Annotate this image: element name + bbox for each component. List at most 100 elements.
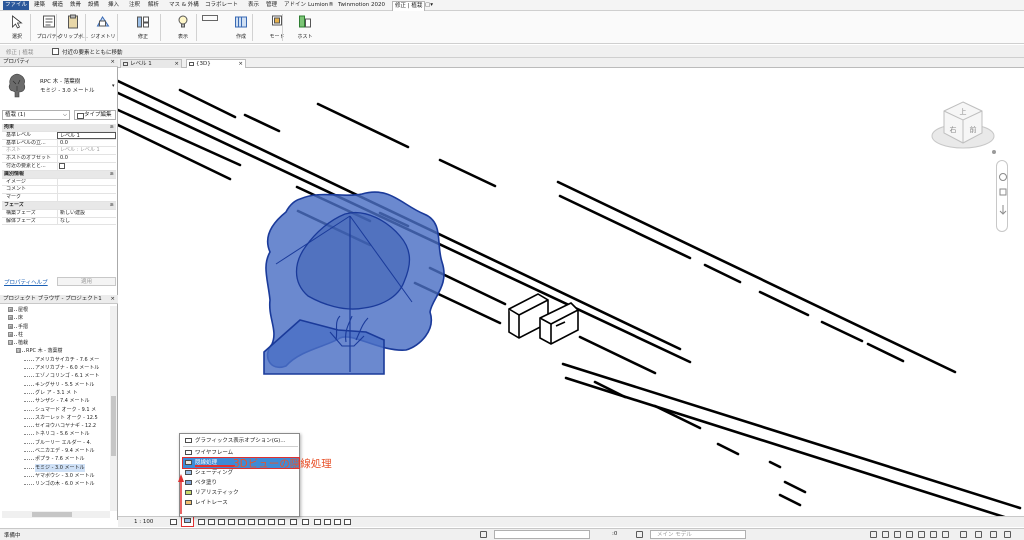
close-icon[interactable]: × [174, 60, 179, 69]
ribbon-button-8[interactable]: ホスト [290, 12, 320, 43]
visual-style-option[interactable]: グラフィックス表示オプション(G)... [183, 436, 299, 446]
tree-item[interactable]: スカーレット オーク - 12.5 [2, 414, 110, 422]
menu-tab[interactable]: 修正 | 植栽 [392, 1, 426, 11]
tree-item[interactable]: シュマード オーク - 9.1 メ [2, 406, 110, 414]
property-value[interactable]: レベル : レベル 1 [57, 147, 116, 155]
type-selector[interactable]: RPC 木 - 落葉樹 モミジ - 3.0 メートル ▾ [2, 69, 116, 103]
expand-toggle-icon[interactable]: ⊞ [8, 331, 13, 337]
menu-tab[interactable]: Twinmotion 2020 [336, 1, 387, 10]
visual-style-option[interactable]: リアリスティック [183, 488, 299, 498]
expand-toggle-icon[interactable]: ⊞ [8, 307, 13, 312]
instance-selector[interactable]: 植栽 (1) ⌵ [2, 110, 70, 120]
expand-toggle-icon[interactable]: ⊟ [16, 348, 21, 354]
menu-tab[interactable]: 表示 [246, 1, 261, 10]
status-icon[interactable] [942, 531, 949, 538]
tree-item[interactable]: サンザシ - 7.4 メートル [2, 397, 110, 405]
collapse-toggle-icon[interactable]: ≳ [110, 124, 114, 131]
tree-item[interactable]: ヤマボウシ - 3.0 メートル [2, 472, 110, 480]
view-control-icon[interactable] [290, 519, 297, 525]
tree-item[interactable]: トネリコ - 5.6 メートル [2, 430, 110, 438]
tree-item[interactable]: ⊞ 手摺 [2, 323, 110, 331]
view-control-icon[interactable] [302, 519, 309, 525]
tree-item[interactable]: エゾノコリンゴ - 6.1 メート [2, 372, 110, 380]
property-value[interactable]: レベル 1 [57, 131, 116, 139]
scroll-thumb[interactable] [32, 512, 72, 517]
view-control-icon[interactable] [170, 519, 177, 525]
ribbon-button-4[interactable]: 修正 [128, 12, 158, 43]
view-control-icon[interactable] [208, 519, 215, 525]
tree-item[interactable]: グレ ア - 3.1 メ ト [2, 389, 110, 397]
property-value[interactable] [57, 194, 116, 202]
menu-tab[interactable]: 管理 [264, 1, 279, 10]
menu-tab[interactable]: 建築 [32, 1, 47, 10]
menu-tab[interactable]: 注釈 [127, 1, 142, 10]
view-control-icon[interactable] [324, 519, 331, 525]
tree-item[interactable]: ポプラ - 7.6 メートル [2, 455, 110, 463]
move-with-nearby-checkbox[interactable] [52, 48, 59, 55]
menu-tab[interactable]: コラボレート [203, 1, 240, 10]
viewcube-left-label[interactable]: 右 [950, 125, 957, 134]
close-icon[interactable]: × [110, 295, 115, 304]
view-control-icon[interactable] [334, 519, 341, 525]
view-tab[interactable]: {3D} × [186, 59, 246, 68]
view-scale[interactable]: 1 : 100 [134, 519, 153, 525]
tree-item[interactable]: セイヨウハコヤナギ - 12.2 [2, 422, 110, 430]
visual-style-option[interactable]: ベタ塗り [183, 478, 299, 488]
tree-item[interactable]: ⊞ 屋根 [2, 306, 110, 314]
viewcube-front-label[interactable]: 前 [970, 125, 977, 134]
tree-item[interactable]: ブルーリー エルダー - 4. [2, 439, 110, 447]
view-control-icon[interactable] [258, 519, 265, 525]
menu-tab[interactable]: 挿入 [106, 1, 121, 10]
tree-item[interactable]: ベニカエデ - 9.4 メートル [2, 447, 110, 455]
view-tab[interactable]: レベル 1 × [120, 59, 182, 68]
edit-type-button[interactable]: タイプ編集 [74, 110, 116, 120]
menu-tab[interactable]: 解析 [146, 1, 161, 10]
join-tool-icon[interactable] [202, 15, 218, 21]
status-icon[interactable] [1004, 531, 1011, 538]
properties-help-link[interactable]: プロパティヘルプ [4, 278, 48, 286]
view-control-icon[interactable] [238, 519, 245, 525]
menu-tab[interactable]: 構造 [50, 1, 65, 10]
ribbon-button-3[interactable]: ジオメトリ [88, 12, 118, 43]
view-control-icon[interactable] [314, 519, 321, 525]
menu-tab[interactable]: 鉄骨 [68, 1, 83, 10]
design-option-selector[interactable]: メイン モデル [650, 530, 746, 539]
steering-wheel-icon[interactable] [999, 173, 1007, 181]
status-icon[interactable] [990, 531, 997, 538]
menu-tab[interactable]: Lumion® [306, 1, 336, 10]
scroll-thumb[interactable] [111, 396, 116, 456]
menu-tab[interactable]: マス & 外構 [167, 1, 201, 10]
tree-item[interactable]: アメリカブナ - 6.0 メートル [2, 364, 110, 372]
zoom-icon[interactable] [999, 188, 1007, 196]
status-icon[interactable] [636, 531, 643, 538]
status-icon[interactable] [930, 531, 937, 538]
viewcube-menu-icon[interactable] [992, 150, 996, 154]
menu-tab[interactable]: ファイル [3, 1, 30, 10]
property-value[interactable] [57, 178, 116, 186]
menu-tab[interactable]: ▢▾ [423, 1, 435, 10]
menu-tab[interactable]: 設備 [86, 1, 101, 10]
tree-item[interactable]: ⊟ RPC 木 - 落葉樹 [2, 347, 110, 355]
status-icon[interactable] [870, 531, 877, 538]
property-value[interactable]: 0.0 [57, 155, 116, 163]
expand-toggle-icon[interactable]: ⊟ [8, 340, 13, 346]
property-value[interactable]: 新しい建設 [57, 209, 116, 217]
view-control-icon[interactable] [248, 519, 255, 525]
status-icon[interactable] [975, 531, 982, 538]
status-icon[interactable] [906, 531, 913, 538]
viewcube[interactable]: 上 右 前 [928, 96, 998, 154]
tree-item[interactable]: ⊟ 植栽 [2, 339, 110, 347]
chevron-down-icon[interactable] [999, 205, 1007, 215]
apply-button[interactable]: 適用 [57, 277, 116, 286]
tree-item[interactable]: リンゴの木 - 6.0 メートル [2, 480, 110, 488]
close-icon[interactable]: × [110, 58, 115, 67]
view-control-icon[interactable] [344, 519, 351, 525]
view-control-icon[interactable] [278, 519, 285, 525]
view-control-icon[interactable] [268, 519, 275, 525]
status-icon[interactable] [960, 531, 967, 538]
status-icon[interactable] [918, 531, 925, 538]
ribbon-button-0[interactable]: 選択 [2, 12, 32, 43]
status-icon[interactable] [882, 531, 889, 538]
view-control-icon[interactable] [228, 519, 235, 525]
expand-toggle-icon[interactable]: ⊞ [8, 323, 13, 329]
